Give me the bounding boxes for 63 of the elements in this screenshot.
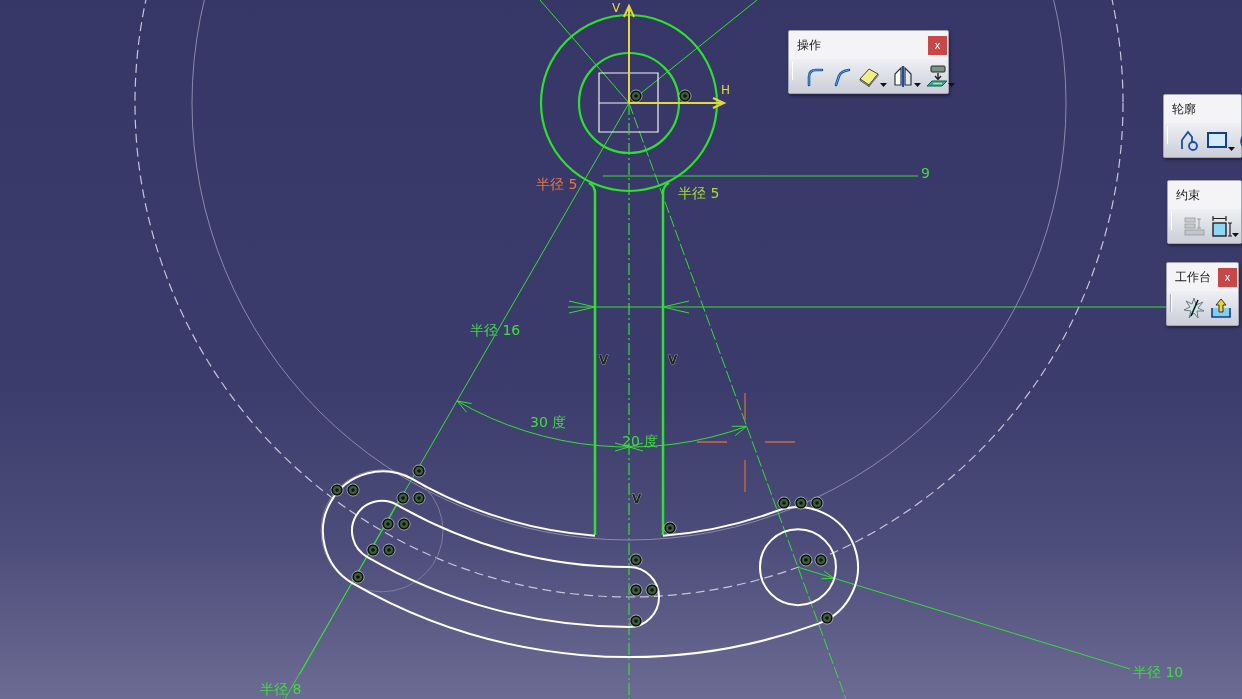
circled-dot-icon <box>381 517 395 531</box>
circled-dot-icon <box>794 496 808 510</box>
circled-dot-icon <box>810 496 824 510</box>
toolbar-title: 约束 <box>1176 186 1200 204</box>
toolbar-title: 工作台 <box>1175 268 1211 286</box>
dimension-label: 半径 5 <box>678 185 720 201</box>
constraint-label: V <box>599 353 609 367</box>
caret-icon <box>1232 233 1239 237</box>
circled-dot-icon <box>330 483 344 497</box>
profile-icon <box>1179 129 1201 151</box>
rectangle-button[interactable] <box>1206 129 1235 151</box>
circled-dot-icon <box>396 491 410 505</box>
caret-icon <box>880 83 887 87</box>
circled-dot-icon <box>820 611 834 625</box>
circled-dot-icon <box>663 521 677 535</box>
sparkle-icon <box>1183 297 1205 319</box>
mirror-button[interactable] <box>892 65 921 87</box>
circled-dot-icon <box>351 570 365 584</box>
toolbar-title: 轮廓 <box>1172 100 1196 118</box>
circled-dot-icon <box>799 553 813 567</box>
circled-dot-icon <box>678 89 692 103</box>
project-button[interactable] <box>926 65 955 87</box>
circled-dot-icon <box>346 483 360 497</box>
circled-dot-icon <box>397 517 411 531</box>
dimension-label: 20 度 <box>622 433 659 449</box>
dimension-label: 半径 16 <box>470 322 521 338</box>
close-button[interactable]: x <box>1218 267 1237 287</box>
constraint-icon <box>1183 215 1205 237</box>
dimension-label: 半径 5 <box>536 176 578 192</box>
circled-dot-icon <box>777 496 791 510</box>
caret-icon <box>948 83 955 87</box>
circled-dot-icon <box>382 543 396 557</box>
crosshair-icon <box>696 392 796 493</box>
exit-button[interactable] <box>1210 297 1232 319</box>
circled-dot-icon <box>412 491 426 505</box>
profile-button[interactable] <box>1179 129 1201 151</box>
circled-dot-icon <box>629 583 643 597</box>
dimension-button[interactable] <box>1210 215 1239 237</box>
constraint-label: V <box>632 492 642 506</box>
close-button[interactable]: x <box>928 35 947 55</box>
circled-dot-icon <box>366 543 380 557</box>
dimension-label: 半径 10 <box>1133 664 1184 680</box>
axis-label: V <box>612 1 621 15</box>
dimension-label: 30 度 <box>530 414 567 430</box>
caret-icon <box>1228 147 1235 151</box>
circled-dot-icon <box>629 553 643 567</box>
dimension-label: 半径 8 <box>260 681 302 697</box>
mirror-icon <box>892 65 914 87</box>
toolbar-title: 操作 <box>797 36 821 54</box>
constraint-label: V <box>668 353 678 367</box>
rectangle-icon <box>1206 129 1228 151</box>
circled-dot-icon <box>629 614 643 628</box>
circled-dot-icon <box>412 464 426 478</box>
circled-dot-icon <box>629 89 643 103</box>
circled-dot-icon <box>814 553 828 567</box>
dimension-box-icon <box>1210 215 1232 237</box>
analysis-button[interactable] <box>1183 297 1205 319</box>
export-icon <box>1210 297 1232 319</box>
axis-label: H <box>721 83 731 97</box>
circled-dot-icon <box>645 583 659 597</box>
caret-icon <box>914 83 921 87</box>
dimension-label: 9 <box>921 165 930 181</box>
projection-icon <box>926 65 948 87</box>
